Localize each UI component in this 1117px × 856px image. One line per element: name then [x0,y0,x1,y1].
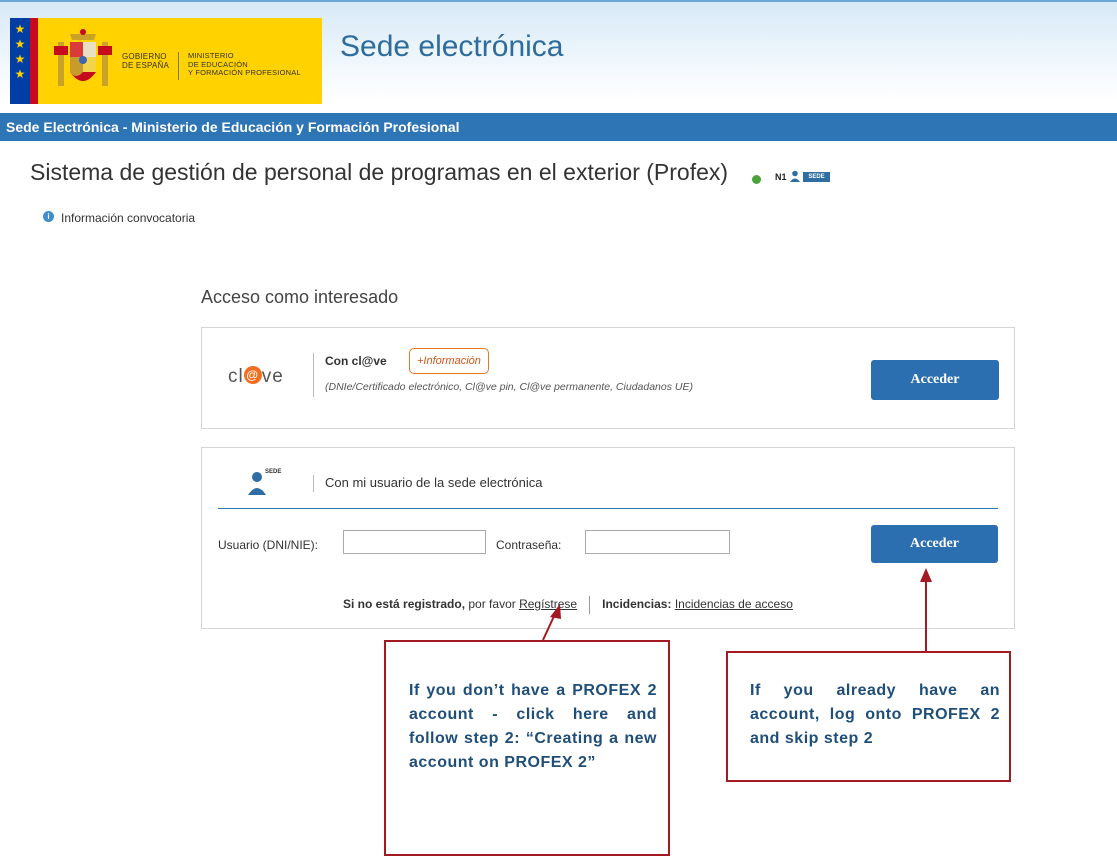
password-input[interactable] [585,530,730,554]
coat-of-arms-icon [54,29,112,86]
clave-at-icon: @ [243,365,262,384]
more-info-button[interactable]: +Información [409,348,489,374]
sede-label: Con mi usuario de la sede electrónica [325,475,543,490]
ministerio-text: MINISTERIO DE EDUCACIÓN Y FORMACIÓN PROF… [188,51,301,77]
sede-acceder-button[interactable]: Acceder [871,525,998,563]
sede-badge: SEDE [803,172,830,182]
access-title: Acceso como interesado [201,287,399,307]
site-title[interactable]: Sede electrónica [340,30,563,64]
sede-badge-small: SEDE [265,469,282,475]
government-logo[interactable]: ★ ★ ★ ★ GOBIERNO DE ESPAÑA MINISTERIO DE ED… [10,18,322,104]
user-label: Usuario (DNI/NIE): [218,538,319,552]
divider [218,508,998,509]
callout-no-account-text: If you don’t have a PROFEX 2 account - c… [409,682,657,771]
incidents-link[interactable]: Incidencias de acceso [675,597,793,611]
clave-acceder-button[interactable]: Acceder [871,360,999,400]
user-input[interactable] [343,530,486,554]
eu-flag-icon: ★ ★ ★ ★ [10,18,38,104]
register-link[interactable]: Regístrese [519,597,577,611]
info-convocatoria-link[interactable]: Información convocatoria [61,211,195,225]
callout-has-account: If you already have an account, log onto… [726,651,1011,782]
gobierno-text: GOBIERNO DE ESPAÑA [122,52,169,70]
level-badge: N1 [775,172,787,182]
callout-has-account-text: If you already have an account, log onto… [750,682,1000,747]
clave-logo: cl @ ve [228,365,284,387]
clave-label: Con cl@ve [325,354,387,368]
nav-bar: Sede Electrónica - Ministerio de Educaci… [0,113,1117,141]
sede-panel: SEDE Con mi usuario de la sede electróni… [201,447,1015,629]
callout-no-account: If you don’t have a PROFEX 2 account - c… [384,640,670,856]
status-ok-icon [752,175,761,184]
password-label: Contraseña: [496,538,562,552]
info-icon: i [43,211,54,222]
clave-subtitle: (DNIe/Certificado electrónico, Cl@ve pin… [325,381,693,393]
nav-bar-title[interactable]: Sede Electrónica - Ministerio de Educaci… [6,119,460,135]
register-line: Si no está registrado, por favor Regístr… [343,596,793,614]
clave-panel: cl @ ve Con cl@ve +Información (DNIe/Certi… [201,327,1015,429]
page-title: Sistema de gestión de personal de progra… [30,159,729,185]
user-icon [790,170,800,182]
